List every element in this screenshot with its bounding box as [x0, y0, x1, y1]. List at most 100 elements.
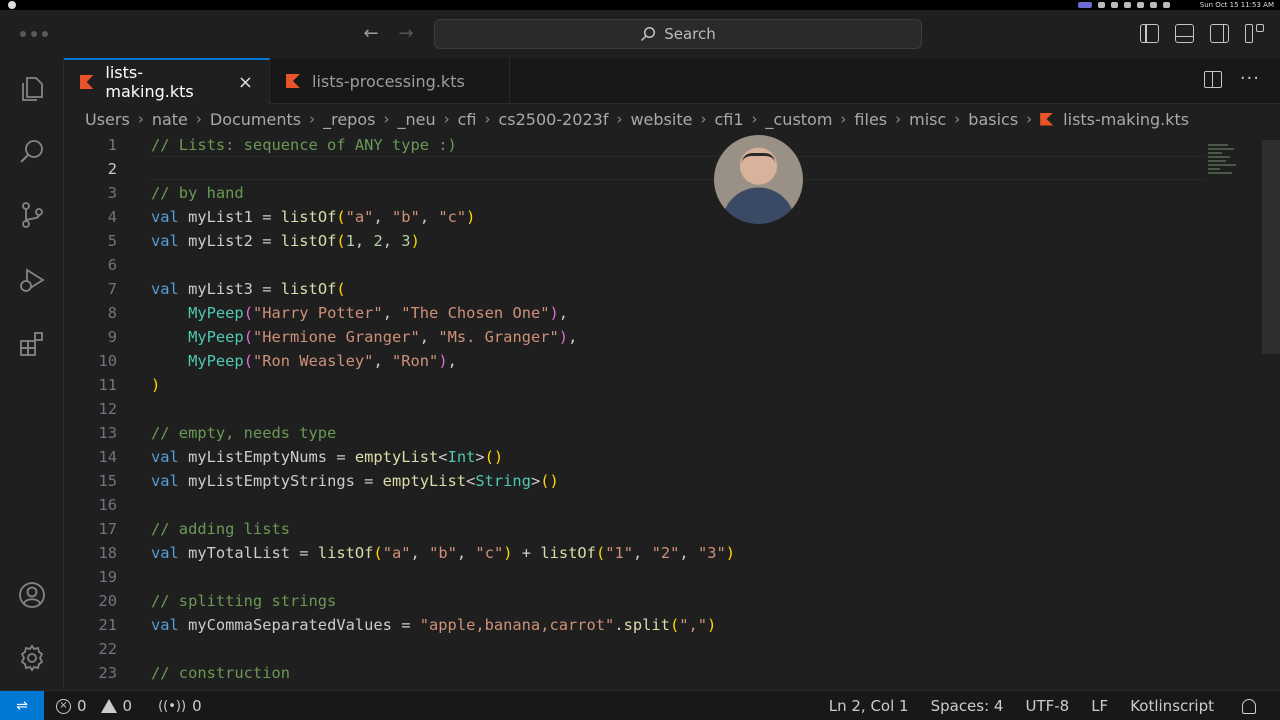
code-token: "a"	[345, 208, 374, 226]
close-icon[interactable]: ×	[238, 72, 253, 93]
forward-arrow-icon[interactable]: →	[394, 22, 418, 46]
breadcrumb-item[interactable]: basics	[968, 110, 1018, 129]
code-text: MyPeep("Ron Weasley", "Ron"),	[151, 349, 457, 373]
breadcrumb: Users › nate › Documents › _repos › _neu › cfi › cs2…	[85, 106, 1189, 132]
tray-icon[interactable]	[1124, 2, 1131, 8]
toggle-secondary-sidebar-icon[interactable]	[1210, 24, 1229, 43]
minimize-window-button[interactable]	[31, 31, 37, 37]
line-number: 7	[107, 280, 117, 298]
warning-icon	[100, 699, 117, 713]
code-token: myCommaSeparatedValues =	[178, 616, 420, 634]
zoom-window-button[interactable]	[42, 31, 48, 37]
tray-icon[interactable]	[1098, 2, 1105, 8]
source-control-icon[interactable]	[16, 199, 48, 231]
search-icon[interactable]	[16, 136, 48, 168]
code-token: >	[530, 472, 541, 490]
split-editor-icon[interactable]	[1203, 70, 1222, 88]
code-token: split	[623, 616, 670, 634]
notifications-bell-icon[interactable]	[1242, 698, 1256, 714]
battery-icon[interactable]	[1163, 2, 1170, 8]
breadcrumb-item[interactable]: website	[630, 110, 692, 129]
tray-icon[interactable]	[1111, 2, 1118, 8]
line-number: 11	[98, 376, 117, 394]
breadcrumb-separator-icon: ›	[309, 110, 316, 128]
code-text: // Lists: sequence of ANY type :)	[151, 133, 457, 157]
breadcrumb-item[interactable]: Documents	[210, 110, 301, 129]
problems-status[interactable]: × 0 0 ((•)) 0	[56, 691, 202, 720]
code-editor[interactable]: 1// Lists: sequence of ANY type :) 2 3// b…	[64, 132, 1280, 690]
breadcrumb-item[interactable]: _custom	[766, 110, 833, 129]
code-token: // Lists: sequence of ANY type :)	[151, 136, 457, 154]
close-window-button[interactable]	[20, 31, 26, 37]
breadcrumb-separator-icon: ›	[616, 110, 623, 128]
code-text: // by hand	[151, 181, 244, 205]
breadcrumb-item[interactable]: misc	[909, 110, 946, 129]
ports-icon[interactable]: ((•))	[158, 699, 186, 714]
breadcrumb-item[interactable]: cs2500-2023f	[498, 110, 608, 129]
vertical-scrollbar[interactable]	[1262, 140, 1280, 354]
minimap[interactable]	[1208, 144, 1238, 184]
code-token: )	[503, 544, 513, 562]
layout-controls	[1140, 24, 1264, 43]
code-token: "The Chosen One"	[401, 304, 550, 322]
breadcrumb-separator-icon: ›	[195, 110, 202, 128]
breadcrumb-item[interactable]: nate	[152, 110, 188, 129]
encoding[interactable]: UTF-8	[1025, 697, 1069, 715]
code-token: ,	[447, 352, 457, 370]
settings-gear-icon[interactable]	[16, 642, 48, 674]
code-token: )	[558, 328, 569, 346]
tray-app-icon[interactable]	[1078, 2, 1092, 8]
kotlin-file-icon	[1040, 112, 1054, 126]
run-debug-icon[interactable]	[16, 264, 48, 296]
line-number: 22	[98, 640, 117, 658]
line-number: 8	[107, 304, 117, 322]
code-token: (	[243, 352, 253, 370]
apple-icon[interactable]	[8, 1, 16, 9]
remote-indicator-icon[interactable]: ⇌	[0, 691, 44, 720]
menubar-clock[interactable]: Sun Oct 15 11:53 AM	[1200, 0, 1274, 10]
explorer-icon[interactable]	[16, 73, 48, 105]
current-line-highlight	[150, 156, 1206, 180]
breadcrumb-item[interactable]: lists-making.kts	[1063, 110, 1189, 129]
code-text: // construction	[151, 661, 290, 685]
indentation[interactable]: Spaces: 4	[931, 697, 1004, 715]
line-number: 18	[98, 544, 117, 562]
code-token: )	[466, 208, 476, 226]
window-controls	[20, 31, 48, 37]
code-text: val myCommaSeparatedValues = "apple,bana…	[151, 613, 716, 637]
extensions-icon[interactable]	[16, 328, 48, 360]
customize-layout-icon[interactable]	[1245, 24, 1264, 43]
more-actions-icon[interactable]: ···	[1240, 70, 1260, 88]
error-count: 0	[77, 697, 87, 715]
breadcrumb-item[interactable]: cfi1	[714, 110, 743, 129]
back-arrow-icon[interactable]: ←	[359, 22, 383, 46]
breadcrumb-item[interactable]: cfi	[458, 110, 477, 129]
code-token: 1	[345, 232, 355, 250]
code-token: listOf	[280, 208, 337, 226]
breadcrumb-item[interactable]: _repos	[323, 110, 375, 129]
code-token: ,	[373, 352, 392, 370]
wifi-icon[interactable]	[1150, 2, 1157, 8]
code-token: )	[725, 544, 736, 562]
breadcrumb-separator-icon: ›	[484, 110, 491, 128]
toggle-primary-sidebar-icon[interactable]	[1140, 24, 1159, 43]
account-icon[interactable]	[16, 579, 48, 611]
tray-icon[interactable]	[1137, 2, 1144, 8]
command-center-search[interactable]: Search	[434, 19, 922, 49]
tab-lists-processing[interactable]: lists-processing.kts	[270, 58, 510, 104]
breadcrumb-item[interactable]: files	[854, 110, 887, 129]
code-token: "Harry Potter"	[252, 304, 383, 322]
code-token: "b"	[392, 208, 420, 226]
language-mode[interactable]: Kotlinscript	[1130, 697, 1214, 715]
cursor-position[interactable]: Ln 2, Col 1	[829, 697, 909, 715]
end-of-line[interactable]: LF	[1091, 697, 1108, 715]
toggle-panel-icon[interactable]	[1175, 24, 1194, 43]
breadcrumb-item[interactable]: _neu	[397, 110, 435, 129]
code-token: "Ron"	[391, 352, 439, 370]
breadcrumb-item[interactable]: Users	[85, 110, 130, 129]
tab-lists-making[interactable]: lists-making.kts ×	[64, 58, 270, 104]
code-text: val myListEmptyStrings = emptyList<Strin…	[151, 469, 559, 493]
code-token: ()	[484, 448, 504, 466]
line-number: 5	[107, 232, 117, 250]
